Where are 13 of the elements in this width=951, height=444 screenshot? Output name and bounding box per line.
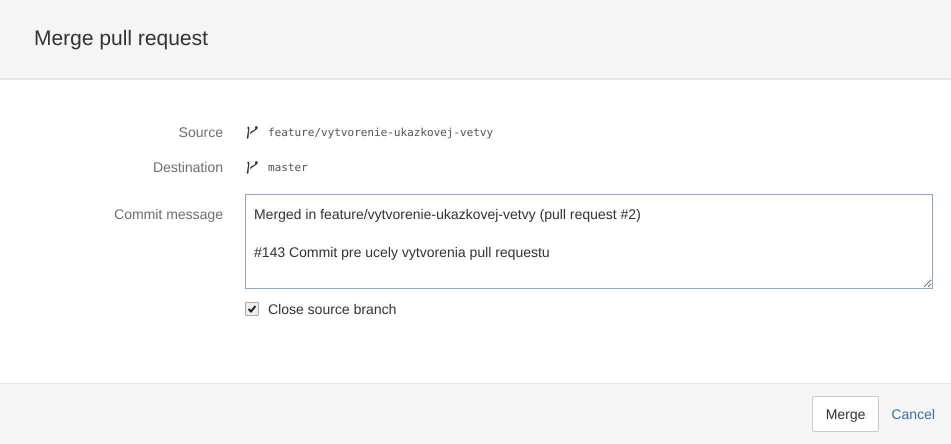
field-label: Destination <box>152 159 223 175</box>
branch-name: master <box>268 160 308 174</box>
branch-icon <box>245 160 260 174</box>
branch-name: feature/vytvorenie-ukazkovej-vetvy <box>268 126 494 138</box>
field-label: Source <box>178 124 223 140</box>
cancel-link[interactable]: Cancel <box>891 406 935 422</box>
checkbox-label: Close source branch <box>268 301 396 317</box>
branch-icon <box>245 124 260 140</box>
merge-button[interactable]: Merge <box>812 396 880 432</box>
field-label: Commit message <box>113 205 223 222</box>
checkbox[interactable] <box>245 302 259 316</box>
dialog-title: Merge pull request <box>34 27 208 51</box>
commit-message-field[interactable]: Merged in feature/vytvorenie-ukazkovej-vetvy (pull request #2) #143 Commit pre ucely vytvorenia pull requestu <box>245 194 933 289</box>
